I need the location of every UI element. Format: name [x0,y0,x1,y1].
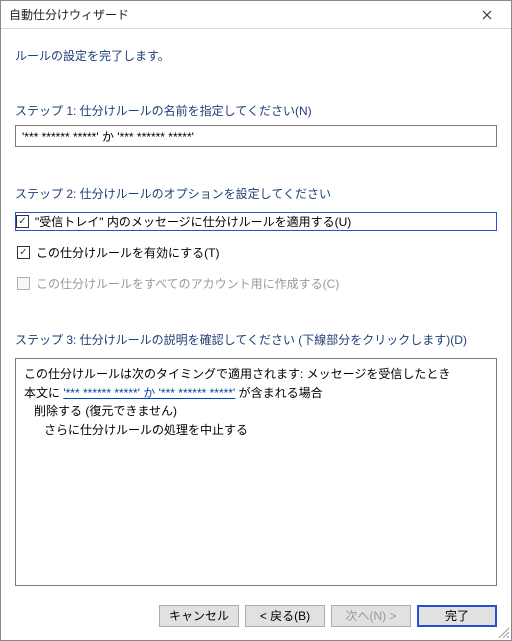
resize-grip-icon [497,626,509,638]
desc-text: 本文に [24,386,63,400]
checkbox-apply-inbox[interactable]: ✓ "受信トレイ" 内のメッセージに仕分けルールを適用する(U) [15,212,497,231]
back-button[interactable]: < 戻る(B) [245,605,325,627]
step1-label: ステップ 1: 仕分けルールの名前を指定してください(N) [15,102,497,119]
step2-label: ステップ 2: 仕分けルールのオプションを設定してください [15,185,497,202]
check-icon: ✓ [17,277,30,290]
cancel-button[interactable]: キャンセル [159,605,239,627]
desc-line-timing: この仕分けルールは次のタイミングで適用されます: メッセージを受信したとき [24,365,488,384]
button-bar: キャンセル < 戻る(B) 次へ(N) > 完了 [1,596,511,640]
desc-body-link[interactable]: '*** ****** *****' か '*** ****** *****' [63,386,235,400]
wizard-intro: ルールの設定を完了します。 [15,47,497,64]
checkbox-apply-inbox-label: "受信トレイ" 内のメッセージに仕分けルールを適用する(U) [35,213,351,230]
checkbox-enable-rule[interactable]: ✓ この仕分けルールを有効にする(T) [15,243,497,262]
finish-button[interactable]: 完了 [417,605,497,627]
check-icon: ✓ [16,215,29,228]
desc-line-action: 削除する (復元できません) [24,402,488,421]
check-icon: ✓ [17,246,30,259]
desc-line-condition: 本文に '*** ****** *****' か '*** ****** ***… [24,384,488,403]
rule-name-value: '*** ****** *****' か '*** ****** *****' [22,128,194,145]
checkbox-all-accounts: ✓ この仕分けルールをすべてのアカウント用に作成する(C) [15,274,497,293]
rule-name-input[interactable]: '*** ****** *****' か '*** ****** *****' [15,125,497,147]
title-bar: 自動仕分けウィザード [1,1,511,29]
checkbox-all-accounts-label: この仕分けルールをすべてのアカウント用に作成する(C) [36,275,339,292]
close-icon [482,10,492,20]
desc-text: が含まれる場合 [235,386,322,400]
checkbox-enable-rule-label: この仕分けルールを有効にする(T) [36,244,219,261]
next-button: 次へ(N) > [331,605,411,627]
desc-line-stop: さらに仕分けルールの処理を中止する [24,421,488,440]
resize-handle[interactable] [497,626,509,638]
step3-label: ステップ 3: 仕分けルールの説明を確認してください (下線部分をクリックします… [15,331,497,348]
close-button[interactable] [469,1,505,28]
rule-description-box: この仕分けルールは次のタイミングで適用されます: メッセージを受信したとき 本文… [15,358,497,586]
window-title: 自動仕分けウィザード [9,6,469,23]
